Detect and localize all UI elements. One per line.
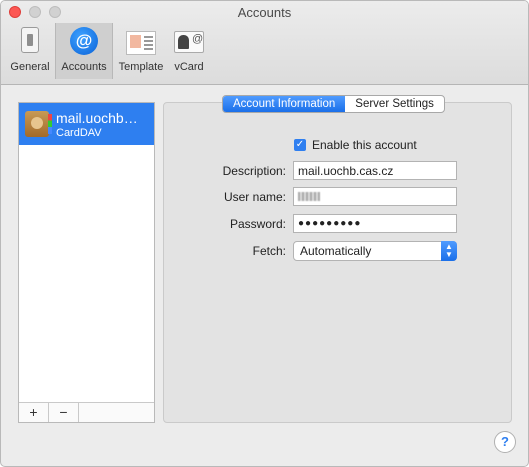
accounts-window: Accounts General @ Accounts Template @ v… — [0, 0, 529, 467]
toolbar-general-label: General — [10, 61, 50, 73]
enable-account-row: ✓ Enable this account — [294, 138, 417, 152]
username-label: User name: — [223, 190, 286, 204]
titlebar: Accounts General @ Accounts Template @ v… — [1, 1, 528, 85]
accounts-list: mail.uochb… CardDAV + − — [18, 102, 155, 423]
toolbar-general[interactable]: General — [7, 23, 53, 79]
chevron-up-down-icon: ▲ ▼ — [441, 241, 457, 261]
account-row[interactable]: mail.uochb… CardDAV — [19, 103, 154, 145]
vcard-icon: @ — [174, 31, 204, 53]
add-account-button[interactable]: + — [19, 403, 49, 422]
account-tabs: Account Information Server Settings — [222, 95, 445, 113]
toolbar-template[interactable]: Template — [115, 23, 167, 79]
toolbar-template-label: Template — [118, 61, 164, 73]
password-field[interactable]: ●●●●●●●●● — [293, 214, 457, 233]
password-label: Password: — [229, 217, 286, 231]
template-icon — [126, 31, 156, 55]
help-button[interactable]: ? — [494, 431, 516, 453]
general-switch-icon — [21, 27, 39, 53]
description-field[interactable]: mail.uochb.cas.cz — [293, 161, 457, 180]
username-field[interactable] — [293, 187, 457, 206]
tab-account-information[interactable]: Account Information — [223, 96, 346, 112]
list-action-bar: + − — [19, 402, 154, 422]
address-book-icon — [25, 111, 52, 137]
remove-account-button[interactable]: − — [49, 403, 79, 422]
description-label: Description: — [222, 164, 286, 178]
enable-account-checkbox[interactable]: ✓ — [294, 139, 306, 151]
redacted-username — [298, 192, 320, 201]
account-name: mail.uochb… — [56, 110, 138, 126]
fetch-select[interactable]: Automatically ▲ ▼ — [293, 241, 457, 261]
toolbar-accounts-label: Accounts — [61, 61, 107, 73]
enable-account-label: Enable this account — [312, 138, 417, 152]
at-sign-icon: @ — [70, 27, 98, 55]
window-title: Accounts — [237, 5, 292, 20]
fetch-select-value: Automatically — [300, 244, 372, 258]
toolbar-vcard-label: vCard — [174, 61, 204, 73]
account-type: CardDAV — [56, 127, 102, 139]
tab-server-settings[interactable]: Server Settings — [345, 96, 444, 112]
toolbar-vcard[interactable]: @ vCard — [169, 23, 209, 79]
fetch-label: Fetch: — [252, 244, 286, 258]
toolbar-accounts[interactable]: @ Accounts — [55, 23, 113, 79]
